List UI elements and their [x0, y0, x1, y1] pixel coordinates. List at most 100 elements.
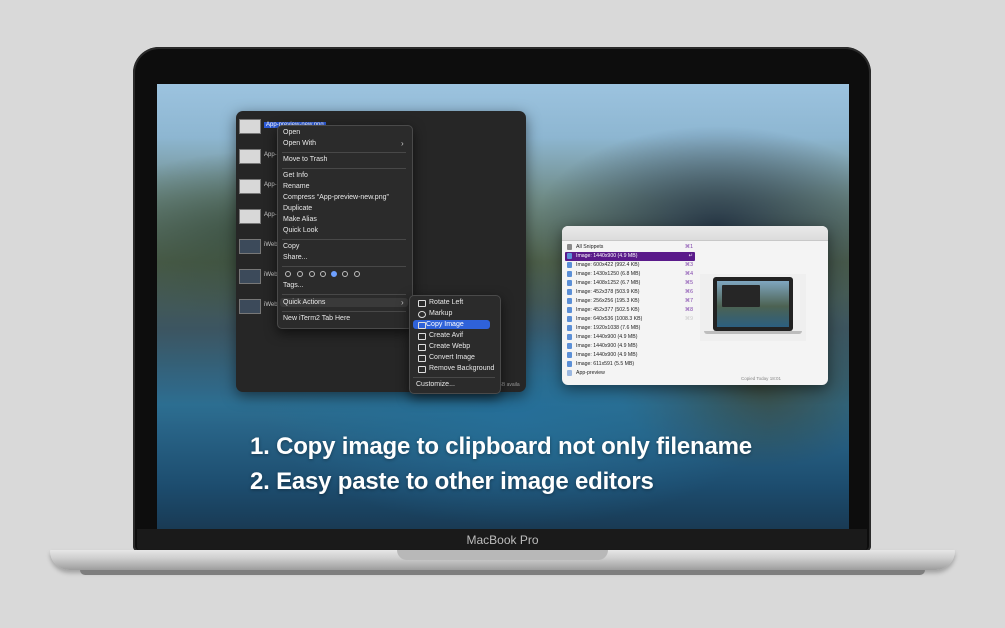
menu-item-duplicate[interactable]: Duplicate	[283, 205, 312, 212]
remove-background-icon	[418, 366, 426, 373]
tag-dot[interactable]	[297, 271, 303, 277]
tag-dot[interactable]	[342, 271, 348, 277]
snippet-item[interactable]: Image: 1440x900 (4.9 MB)	[565, 342, 695, 351]
menu-item-quick-actions[interactable]: Quick Actions	[280, 298, 408, 307]
snippet-label: Image: 1408x1252 (6.7 MB)	[576, 280, 641, 286]
snippet-item[interactable]: Image: 611x591 (5.5 MB)	[565, 360, 695, 369]
laptop-bottom-edge	[80, 570, 925, 575]
snippet-item[interactable]: Image: 1430x1250 (6.8 MB) ⌘4	[565, 270, 695, 279]
snippets-toolbar	[562, 226, 828, 241]
qa-convert-image[interactable]: Convert Image	[429, 354, 475, 361]
image-thumbnail-icon	[239, 239, 261, 254]
snippet-label: Image: 452x378 (503.9 KB)	[576, 289, 640, 295]
file-name: App-	[264, 212, 277, 218]
snippet-item[interactable]: Image: 640x536 (1008.3 KB) ⌘9	[565, 315, 695, 324]
file-name: iWeb	[264, 302, 278, 308]
image-thumbnail-icon	[239, 269, 261, 284]
chevron-right-icon: ›	[401, 298, 404, 307]
image-file-icon	[567, 307, 572, 313]
image-file-icon	[567, 316, 572, 322]
tag-dot[interactable]	[331, 271, 337, 277]
menu-item-make-alias[interactable]: Make Alias	[283, 216, 317, 223]
folder-icon	[567, 244, 572, 250]
menu-item-quick-look[interactable]: Quick Look	[283, 227, 318, 234]
rotate-left-icon	[418, 300, 426, 307]
laptop-brand-label: MacBook Pro	[466, 533, 539, 547]
snippet-label: Image: 1440x900 (4.9 MB)	[576, 253, 638, 259]
qa-create-avif[interactable]: Create Avif	[429, 332, 463, 339]
snippet-item[interactable]: Image: 1440x900 (4.9 MB)	[565, 333, 695, 342]
image-file-icon	[567, 325, 572, 331]
menu-divider	[282, 266, 406, 267]
menu-item-rename[interactable]: Rename	[283, 183, 309, 190]
image-thumbnail-icon	[239, 299, 261, 314]
snippet-shortcut: ⌘6	[684, 289, 693, 295]
qa-customize[interactable]: Customize...	[416, 381, 455, 388]
snippet-item[interactable]: Image: 452x378 (503.9 KB) ⌘6	[565, 288, 695, 297]
snippet-label: Image: 1440x900 (4.9 MB)	[576, 334, 638, 340]
copy-image-icon	[418, 322, 426, 329]
snippet-shortcut: ↵	[688, 253, 693, 259]
markup-icon	[418, 311, 426, 318]
snippet-shortcut: ⌘7	[684, 298, 693, 304]
image-thumbnail-icon	[239, 209, 261, 224]
finder-status: GB availa	[498, 382, 520, 388]
menu-item-open-with[interactable]: Open With	[283, 140, 316, 147]
workflow-icon	[418, 344, 426, 351]
qa-create-webp[interactable]: Create Webp	[429, 343, 470, 350]
image-file-icon	[567, 334, 572, 340]
preview-window-image	[722, 285, 760, 307]
convert-image-icon	[418, 355, 426, 362]
caption-line-2: 2. Easy paste to other image editors	[250, 468, 654, 495]
image-thumbnail-icon	[239, 179, 261, 194]
menu-divider	[282, 152, 406, 153]
file-name: App-	[264, 182, 277, 188]
workflow-icon	[418, 333, 426, 340]
menu-item-tags[interactable]: Tags...	[283, 282, 304, 289]
menu-item-get-info[interactable]: Get Info	[283, 172, 308, 179]
snippet-item[interactable]: Image: 1440x900 (4.9 MB) ↵	[565, 252, 695, 261]
snippet-item[interactable]: Image: 1440x900 (4.9 MB)	[565, 351, 695, 360]
menu-divider	[282, 239, 406, 240]
snippet-item[interactable]: Image: 256x256 (195.3 KB) ⌘7	[565, 297, 695, 306]
snippet-label: Image: 640x536 (1008.3 KB)	[576, 316, 643, 322]
snippet-item[interactable]: Image: 1920x1038 (7.6 MB)	[565, 324, 695, 333]
qa-remove-background[interactable]: Remove Background	[429, 365, 494, 372]
qa-markup[interactable]: Markup	[429, 310, 452, 317]
menu-divider	[282, 168, 406, 169]
snippet-label: Image: 1430x1250 (6.8 MB)	[576, 271, 641, 277]
image-file-icon	[567, 361, 572, 367]
snippet-label: Image: 1920x1038 (7.6 MB)	[576, 325, 641, 331]
snippet-item[interactable]: Image: 600x422 (992.4 KB) ⌘3	[565, 261, 695, 270]
menu-item-open[interactable]: Open	[283, 129, 300, 136]
snippet-label: Image: 452x377 (502.5 KB)	[576, 307, 640, 313]
snippet-label: Image: 256x256 (195.3 KB)	[576, 298, 640, 304]
qa-rotate-left[interactable]: Rotate Left	[429, 299, 463, 306]
snippet-item[interactable]: App-preview	[565, 369, 695, 378]
image-thumbnail-icon	[239, 149, 261, 164]
menu-divider	[282, 311, 406, 312]
menu-item-copy[interactable]: Copy	[283, 243, 299, 250]
snippet-label: All Snippets	[576, 244, 604, 250]
image-file-icon	[567, 253, 572, 259]
chevron-right-icon: ›	[401, 139, 404, 148]
menu-item-move-to-trash[interactable]: Move to Trash	[283, 156, 327, 163]
snippet-label: Image: 611x591 (5.5 MB)	[576, 361, 635, 367]
menu-item-share[interactable]: Share...	[283, 254, 308, 261]
menu-item-compress[interactable]: Compress “App-preview-new.png”	[283, 194, 389, 201]
tag-dot[interactable]	[354, 271, 360, 277]
tag-dot[interactable]	[285, 271, 291, 277]
image-thumbnail-icon	[239, 119, 261, 134]
menu-divider	[282, 294, 406, 295]
menu-item-new-iterm2-tab[interactable]: New iTerm2 Tab Here	[283, 315, 350, 322]
snippet-shortcut: ⌘5	[684, 280, 693, 286]
image-file-icon	[567, 298, 572, 304]
tag-dot[interactable]	[309, 271, 315, 277]
snippet-label: Image: 1440x900 (4.9 MB)	[576, 343, 638, 349]
image-file-icon	[567, 271, 572, 277]
copied-timestamp: Copied Today 18:01	[741, 376, 781, 381]
snippet-item[interactable]: All Snippets ⌘1	[565, 243, 695, 252]
snippet-item[interactable]: Image: 452x377 (502.5 KB) ⌘8	[565, 306, 695, 315]
snippet-item[interactable]: Image: 1408x1252 (6.7 MB) ⌘5	[565, 279, 695, 288]
tag-dot[interactable]	[320, 271, 326, 277]
